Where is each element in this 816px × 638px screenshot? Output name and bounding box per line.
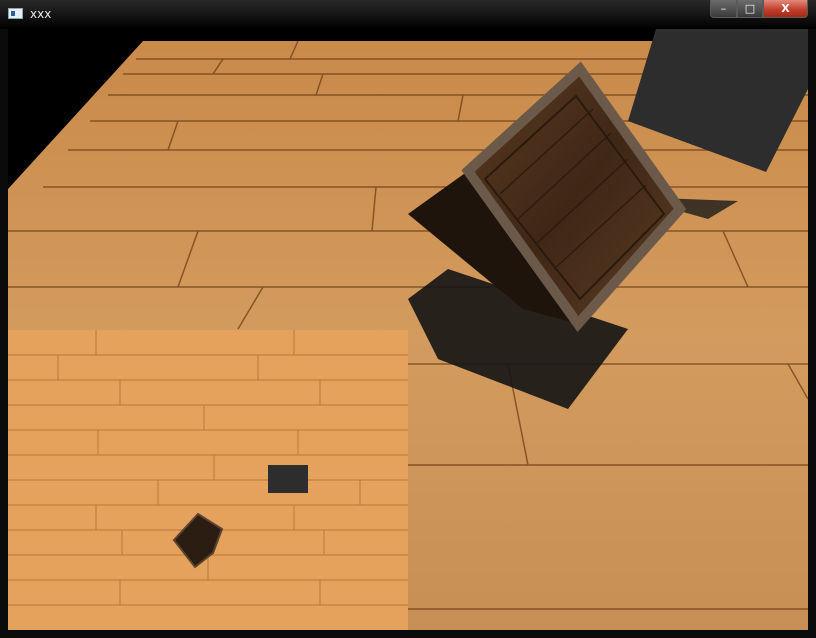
close-button[interactable]: X [763,0,808,18]
minimap-grey-block [268,465,308,493]
window-title: xxx [30,7,52,21]
app-icon[interactable] [8,8,23,19]
minimap-viewport[interactable] [8,330,408,630]
minimap-scene [8,330,408,630]
window-controls: – □ X [710,0,808,20]
render-viewport[interactable] [8,29,808,630]
app-window: xxx – □ X [0,0,816,638]
close-icon: X [781,2,790,15]
maximize-icon: □ [744,2,756,15]
title-bar[interactable]: xxx – □ X [0,0,816,29]
minimize-button[interactable]: – [710,0,737,18]
maximize-button[interactable]: □ [737,0,763,18]
minimize-icon: – [720,2,727,15]
